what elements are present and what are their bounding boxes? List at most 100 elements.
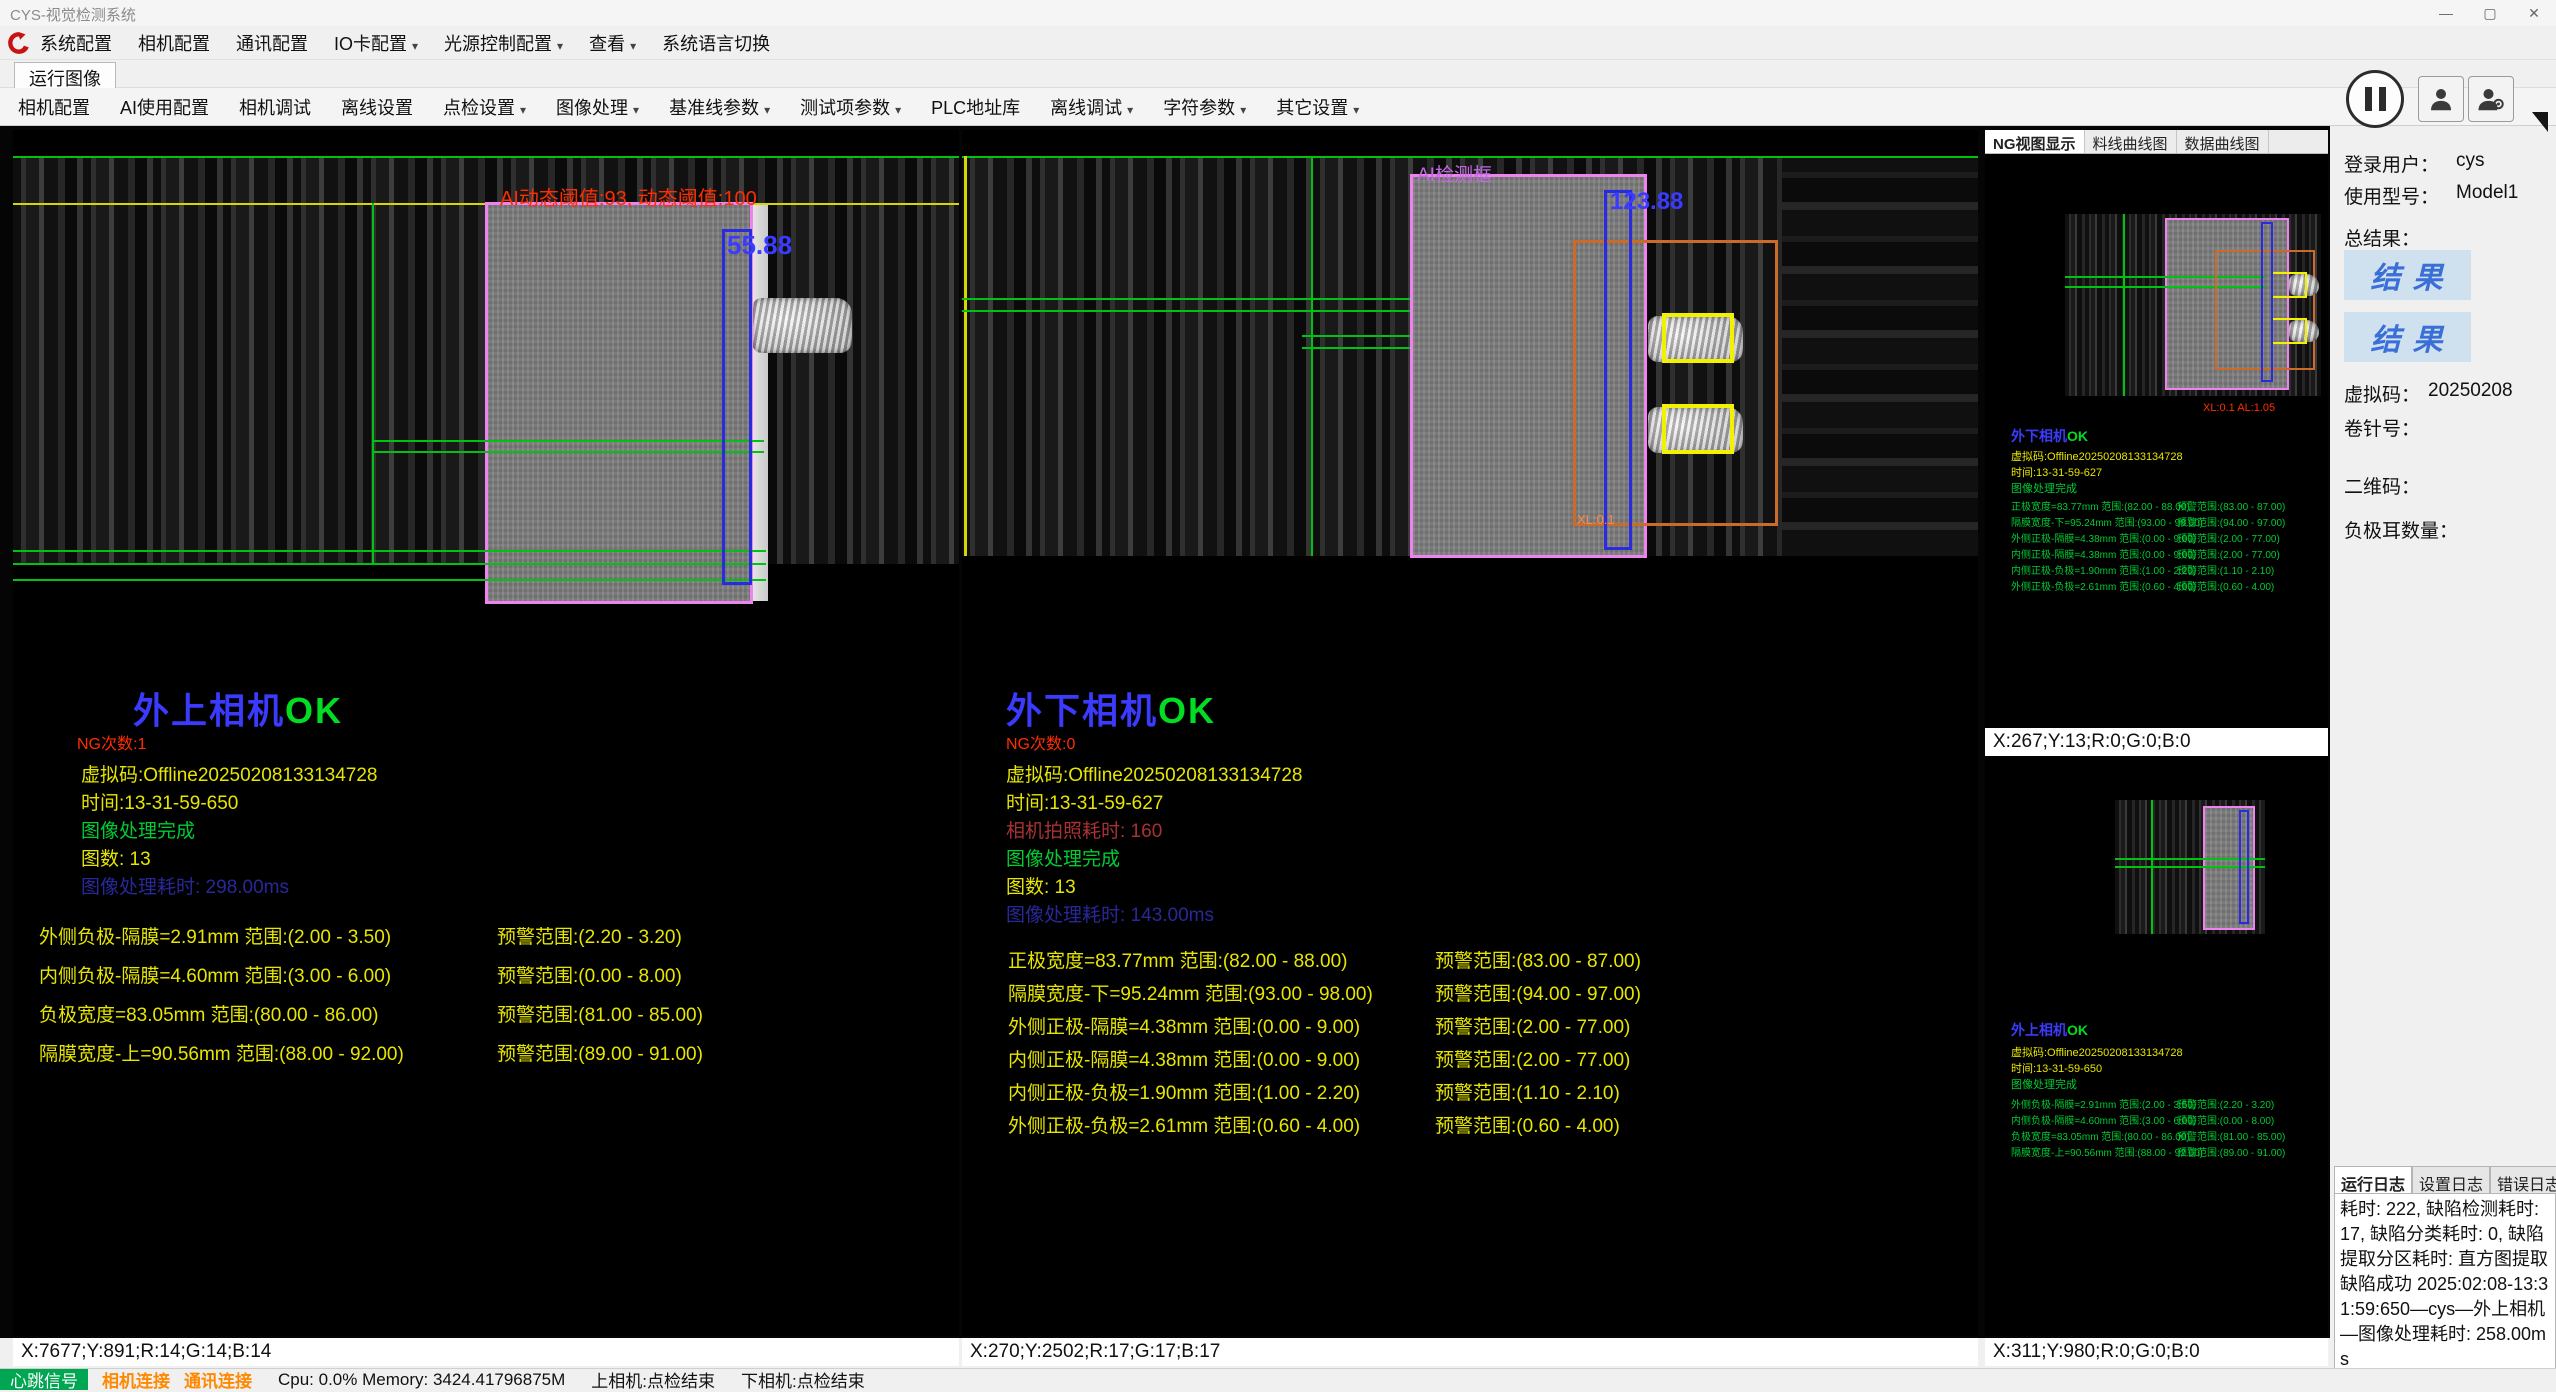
measure-line bbox=[372, 451, 764, 453]
tab-error-log[interactable]: 错误日志 bbox=[2490, 1166, 2556, 1194]
cpu-memory-status: Cpu: 0.0% Memory: 3424.41796875M bbox=[278, 1370, 565, 1390]
thumb-measure: 内侧正极-隔膜=4.38mm 范围:(0.00 - 9.00) bbox=[2011, 546, 2196, 561]
reference-line-green bbox=[13, 156, 959, 158]
maximize-icon[interactable]: ▢ bbox=[2468, 0, 2512, 26]
tool-char-params[interactable]: 字符参数 bbox=[1163, 94, 1246, 120]
user-gear-icon bbox=[2476, 84, 2506, 114]
thumb-scene bbox=[2065, 214, 2321, 396]
camera-connection-status: 相机连接 bbox=[102, 1367, 170, 1392]
ai-measure-rect bbox=[1604, 190, 1632, 550]
window-title: CYS-视觉检测系统 bbox=[10, 4, 136, 25]
pause-button[interactable] bbox=[2346, 70, 2404, 128]
measurement-text: 内侧正极-负极=1.90mm 范围:(1.00 - 2.20) bbox=[1008, 1078, 1360, 1105]
measurement-warn: 预警范围:(81.00 - 85.00) bbox=[497, 1000, 703, 1027]
measurement-warn: 预警范围:(89.00 - 91.00) bbox=[497, 1039, 703, 1066]
right-camera-view[interactable]: AI检测框 123.88 XL:0.1 外下相机OK NG次数:0 虚拟码:Of… bbox=[962, 130, 1978, 1336]
tab-count-label: 负极耳数量： bbox=[2344, 516, 2458, 543]
tab-run-log[interactable]: 运行日志 bbox=[2334, 1166, 2412, 1194]
tab-roi-rect bbox=[1662, 313, 1734, 363]
menu-light-control-config[interactable]: 光源控制配置 bbox=[444, 30, 563, 56]
electrode-roi-rect bbox=[485, 202, 753, 604]
menu-comm-config[interactable]: 通讯配置 bbox=[236, 30, 308, 56]
tool-offline-setting[interactable]: 离线设置 bbox=[341, 94, 413, 120]
qr-code-label: 二维码： bbox=[2344, 472, 2420, 499]
process-done: 图像处理完成 bbox=[81, 816, 195, 843]
tool-offline-debug[interactable]: 离线调试 bbox=[1050, 94, 1133, 120]
measurement-text: 内侧负极-隔膜=4.60mm 范围:(3.00 - 6.00) bbox=[39, 961, 391, 988]
scroll-arrow-icon[interactable] bbox=[2532, 112, 2548, 132]
user-config-button[interactable] bbox=[2468, 76, 2514, 122]
thumb-measure: 预警范围:(2.00 - 77.00) bbox=[2177, 530, 2280, 545]
menu-system-config[interactable]: 系统配置 bbox=[40, 30, 112, 56]
measurement-warn: 预警范围:(0.60 - 4.00) bbox=[1435, 1111, 1620, 1138]
menu-io-card-config[interactable]: IO卡配置 bbox=[334, 30, 418, 56]
measurement-text: 内侧正极-隔膜=4.38mm 范围:(0.00 - 9.00) bbox=[1008, 1045, 1360, 1072]
measurement-warn: 预警范围:(2.20 - 3.20) bbox=[497, 922, 682, 949]
close-icon[interactable]: ✕ bbox=[2512, 0, 2556, 26]
tab-foil bbox=[752, 298, 852, 353]
model-label: 使用型号： bbox=[2344, 182, 2439, 209]
status-bar: 心跳信号 相机连接 通讯连接 Cpu: 0.0% Memory: 3424.41… bbox=[0, 1368, 2556, 1390]
virtual-code-value: 20250208 bbox=[2428, 380, 2513, 402]
thumb-done: 图像处理完成 bbox=[2011, 1076, 2077, 1092]
ai-box-label: AI检测框 bbox=[1417, 160, 1492, 187]
reference-line-yellow bbox=[964, 156, 967, 556]
tab-ng-view[interactable]: NG视图显示 bbox=[1985, 130, 2085, 153]
window-controls: — ▢ ✕ bbox=[2424, 0, 2556, 26]
thumb-camera-name: 外下相机OK bbox=[2011, 426, 2088, 446]
thumb-measure: 预警范围:(0.00 - 8.00) bbox=[2177, 1112, 2274, 1127]
login-value: cys bbox=[2456, 150, 2485, 172]
thumb-measure: 隔膜宽度-上=90.56mm 范围:(88.00 - 92.00) bbox=[2011, 1144, 2203, 1159]
tool-baseline-params[interactable]: 基准线参数 bbox=[669, 94, 770, 120]
thumb-virtual: 虚拟码:Offline20250208133134728 bbox=[2011, 1044, 2183, 1060]
total-result-label: 总结果： bbox=[2344, 224, 2420, 251]
tool-other-settings[interactable]: 其它设置 bbox=[1276, 94, 1359, 120]
tab-data-curve[interactable]: 数据曲线图 bbox=[2177, 130, 2269, 153]
title-bar: CYS-视觉检测系统 — ▢ ✕ bbox=[0, 0, 2556, 26]
menu-view[interactable]: 查看 bbox=[589, 30, 636, 56]
lower-camera-status: 下相机:点检结束 bbox=[741, 1367, 865, 1392]
sidebar-tab-bar: NG视图显示 料线曲线图 数据曲线图 bbox=[1985, 130, 2328, 154]
tool-test-params[interactable]: 测试项参数 bbox=[800, 94, 901, 120]
run-log-content[interactable]: 耗时: 222, 缺陷检测耗时: 17, 缺陷分类耗时: 0, 缺陷提取分区耗时… bbox=[2334, 1193, 2556, 1370]
measurement-text: 外侧正极-隔膜=4.38mm 范围:(0.00 - 9.00) bbox=[1008, 1012, 1360, 1039]
tab-material-curve[interactable]: 料线曲线图 bbox=[2085, 130, 2177, 153]
roll-needle-label: 卷针号： bbox=[2344, 414, 2420, 441]
measurement-text: 隔膜宽度-上=90.56mm 范围:(88.00 - 92.00) bbox=[39, 1039, 404, 1066]
ng-thumbnail-lower-camera[interactable]: XL:0.1 AL:1.05 外下相机OK 虚拟码:Offline2025020… bbox=[1985, 154, 2328, 728]
login-label: 登录用户： bbox=[2344, 150, 2439, 177]
thumb-done: 图像处理完成 bbox=[2011, 480, 2077, 496]
thumb-measure: 预警范围:(0.60 - 4.00) bbox=[2177, 578, 2274, 593]
measure-line bbox=[372, 440, 764, 442]
measure-value: 123.88 bbox=[1610, 188, 1683, 216]
menu-language-switch[interactable]: 系统语言切换 bbox=[662, 30, 770, 56]
tab-setting-log[interactable]: 设置日志 bbox=[2412, 1166, 2490, 1194]
ai-threshold-label: AI动态阈值:93, 动态阈值:100 bbox=[500, 182, 757, 211]
virtual-code: 虚拟码:Offline20250208133134728 bbox=[1006, 760, 1303, 787]
camera-name-label: 外下相机OK bbox=[1006, 682, 1216, 734]
measurement-text: 负极宽度=83.05mm 范围:(80.00 - 86.00) bbox=[39, 1000, 379, 1027]
minimize-icon[interactable]: — bbox=[2424, 0, 2468, 26]
measure-value: 55.88 bbox=[727, 230, 792, 261]
thumb-measure: 正极宽度=83.77mm 范围:(82.00 - 88.00) bbox=[2011, 498, 2190, 513]
process-elapsed: 图像处理耗时: 143.00ms bbox=[1006, 900, 1214, 927]
tool-camera-config[interactable]: 相机配置 bbox=[18, 94, 90, 120]
thumb-measure: 内侧正极-负极=1.90mm 范围:(1.00 - 2.20) bbox=[2011, 562, 2196, 577]
thumb-measure: 预警范围:(1.10 - 2.10) bbox=[2177, 562, 2274, 577]
tool-camera-debug[interactable]: 相机调试 bbox=[239, 94, 311, 120]
user-button[interactable] bbox=[2418, 76, 2464, 122]
thumb-measure: 隔膜宽度-下=95.24mm 范围:(93.00 - 98.00) bbox=[2011, 514, 2203, 529]
tool-image-process[interactable]: 图像处理 bbox=[556, 94, 639, 120]
tool-spot-check[interactable]: 点检设置 bbox=[443, 94, 526, 120]
frame-count: 图数: 13 bbox=[1006, 872, 1076, 899]
menu-camera-config[interactable]: 相机配置 bbox=[138, 30, 210, 56]
thumb-measure: 预警范围:(81.00 - 85.00) bbox=[2177, 1128, 2285, 1143]
left-camera-view[interactable]: AI动态阈值:93, 动态阈值:100 55.88 外上相机OK NG次数:1 … bbox=[13, 130, 959, 1336]
ng-thumbnail-upper-camera[interactable]: 外上相机OK 虚拟码:Offline20250208133134728 时间:1… bbox=[1985, 756, 2328, 1336]
thumb-measure: 预警范围:(94.00 - 97.00) bbox=[2177, 514, 2285, 529]
pause-icon bbox=[2365, 87, 2372, 111]
thumb1-coordinate-readout: X:267;Y:13;R:0;G:0;B:0 bbox=[1985, 728, 2328, 756]
tool-ai-use-config[interactable]: AI使用配置 bbox=[120, 94, 209, 120]
tool-plc-address[interactable]: PLC地址库 bbox=[931, 94, 1020, 120]
measurement-warn: 预警范围:(83.00 - 87.00) bbox=[1435, 946, 1641, 973]
